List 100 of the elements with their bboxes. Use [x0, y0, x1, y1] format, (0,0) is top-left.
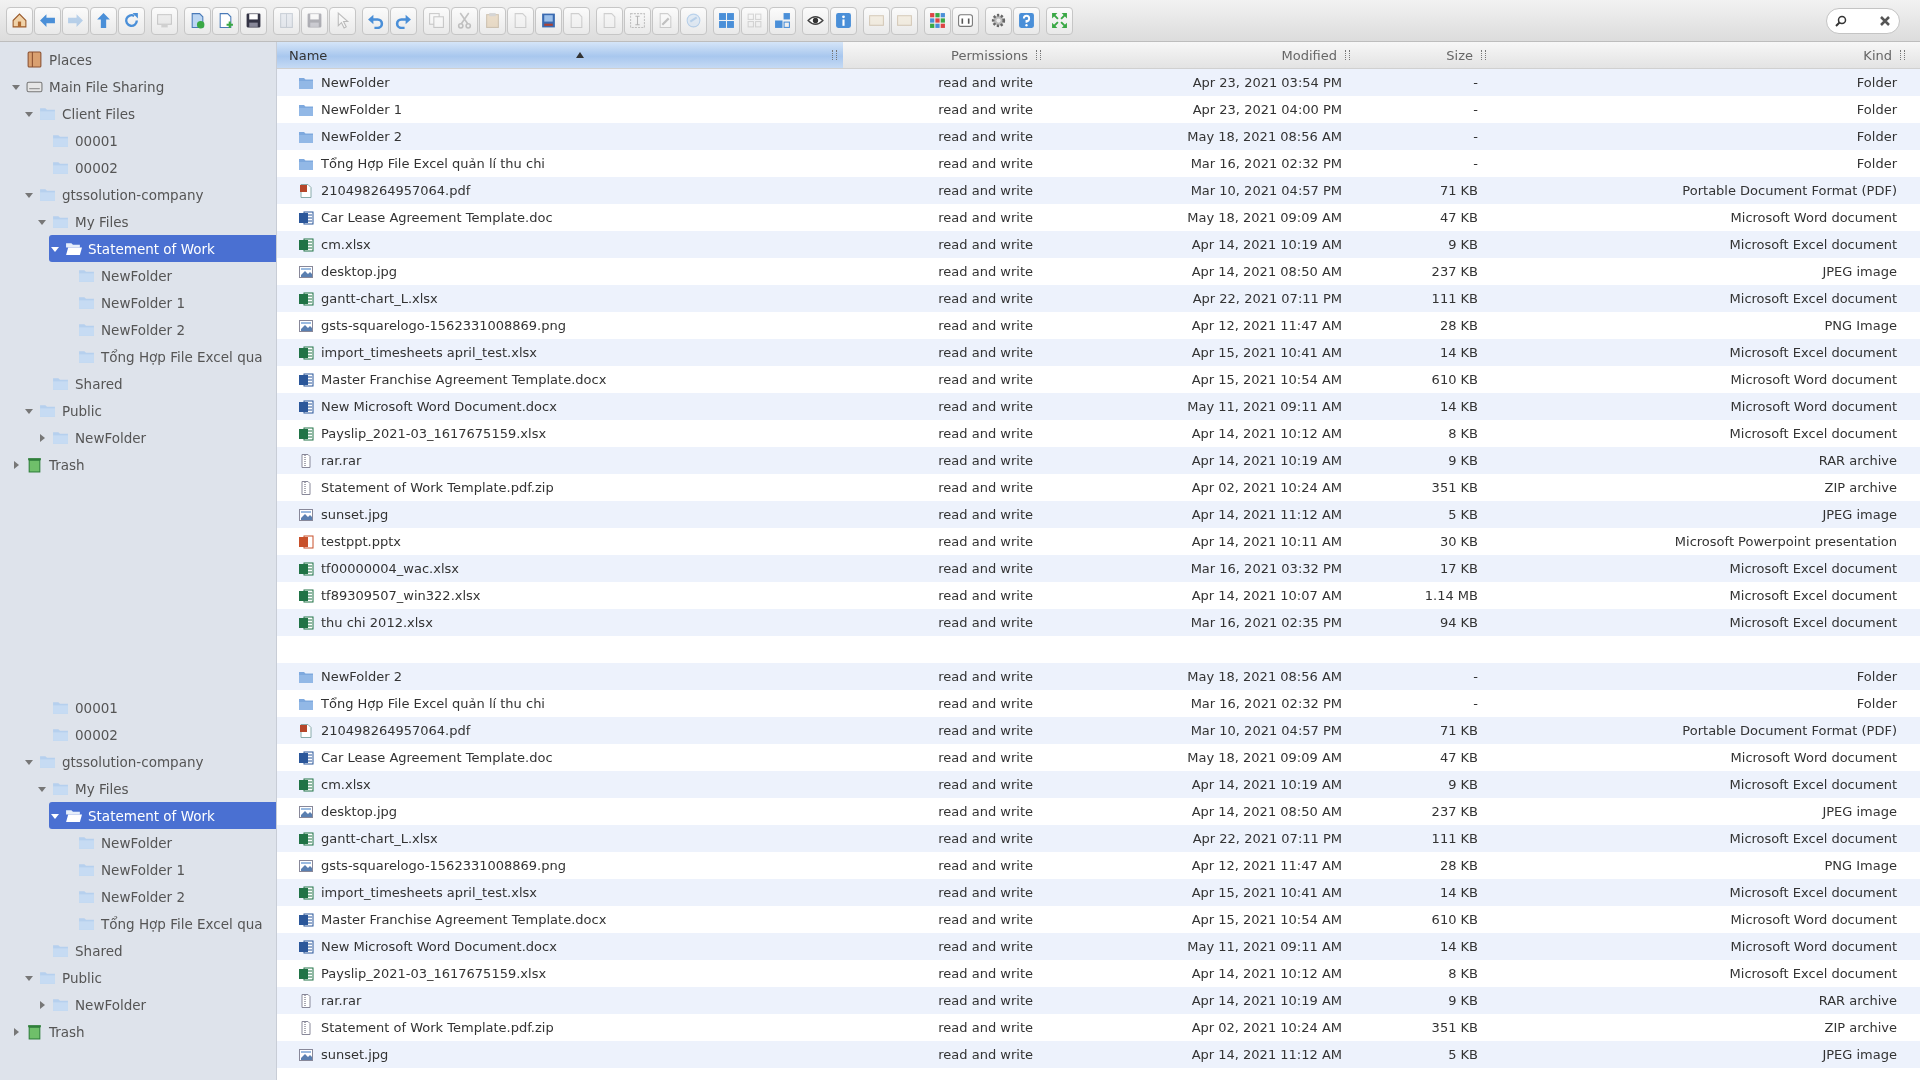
column-header[interactable]: Name	[277, 42, 843, 68]
file-row[interactable]: thu chi 2012.xlsx read and write Mar 16, 2021 02:35 PM 94 KB Microsoft Excel document	[277, 609, 1920, 636]
file-row[interactable]: cm.xlsx read and write Apr 14, 2021 10:19 AM 9 KB Microsoft Excel document	[277, 771, 1920, 798]
tree-item[interactable]: NewFolder	[62, 262, 276, 289]
resize-handle[interactable]	[832, 50, 837, 60]
kind-cell: Folder	[1856, 102, 1897, 117]
tree-item[interactable]: My Files	[36, 775, 276, 802]
tree-item[interactable]: NewFolder	[62, 829, 276, 856]
file-row[interactable]: gsts-squarelogo-1562331008869.png read and write Apr 12, 2021 11:47 AM 28 KB PNG Image	[277, 852, 1920, 879]
tree-item[interactable]: NewFolder	[36, 991, 276, 1018]
tree-item[interactable]: 00001	[36, 694, 276, 721]
resize-handle[interactable]	[1036, 50, 1041, 60]
icon-grid-button[interactable]	[713, 6, 740, 35]
tree-item[interactable]: Shared	[36, 937, 276, 964]
redo-button[interactable]	[390, 6, 417, 35]
tree-item[interactable]: NewFolder 2	[62, 316, 276, 343]
tree-item[interactable]: NewFolder 1	[62, 856, 276, 883]
up-arrow-button[interactable]	[90, 6, 117, 35]
file-row[interactable]: sunset.jpg read and write Apr 14, 2021 11:12 AM 5 KB JPEG image	[277, 1041, 1920, 1068]
file-row[interactable]: cm.xlsx read and write Apr 14, 2021 10:19 AM 9 KB Microsoft Excel document	[277, 231, 1920, 258]
file-row[interactable]: gsts-squarelogo-1562331008869.png read and write Apr 12, 2021 11:47 AM 28 KB PNG Image	[277, 312, 1920, 339]
home-button[interactable]	[6, 6, 33, 35]
resize-handle[interactable]	[1481, 50, 1486, 60]
tree-item[interactable]: Public	[23, 397, 276, 424]
file-row[interactable]: tf89309507_win322.xlsx read and write Apr 14, 2021 10:07 AM 1.14 MB Microsoft Excel document	[277, 582, 1920, 609]
clear-icon[interactable]	[1879, 14, 1891, 27]
file-row[interactable]: 210498264957064.pdf read and write Mar 10, 2021 04:57 PM 71 KB Portable Document Format (PDF)	[277, 717, 1920, 744]
tree-item[interactable]: Trash	[10, 451, 276, 478]
tree-item[interactable]: Client Files	[23, 100, 276, 127]
tree-item[interactable]: gtssolution-company	[23, 748, 276, 775]
tree-item[interactable]: My Files	[36, 208, 276, 235]
file-row[interactable]: Statement of Work Template.pdf.zip read and write Apr 02, 2021 10:24 AM 351 KB ZIP archive	[277, 474, 1920, 501]
file-row[interactable]: New Microsoft Word Document.docx read and write May 11, 2021 09:11 AM 14 KB Microsoft Word document	[277, 933, 1920, 960]
help-button[interactable]	[1013, 6, 1040, 35]
column-header[interactable]: Permissions	[843, 42, 1047, 68]
back-arrow-button[interactable]	[34, 6, 61, 35]
file-row[interactable]: sunset.jpg read and write Apr 14, 2021 11:12 AM 5 KB JPEG image	[277, 501, 1920, 528]
tree-item[interactable]: 00002	[36, 721, 276, 748]
resize-handle[interactable]	[1900, 50, 1905, 60]
file-row[interactable]: gantt-chart_L.xlsx read and write Apr 22, 2021 07:11 PM 111 KB Microsoft Excel document	[277, 285, 1920, 312]
file-row[interactable]: NewFolder 2 read and write May 18, 2021 08:56 AM - Folder	[277, 123, 1920, 150]
tree-item[interactable]: Statement of Work	[49, 235, 276, 262]
expand-arrows-button[interactable]	[1046, 6, 1073, 35]
tree-item[interactable]: Tổng Hợp File Excel qua	[62, 343, 276, 370]
file-row[interactable]: NewFolder read and write Apr 23, 2021 03:54 PM - Folder	[277, 69, 1920, 96]
eye-button[interactable]	[802, 6, 829, 35]
tree-item[interactable]: Tổng Hợp File Excel qua	[62, 910, 276, 937]
file-row[interactable]: rar.rar read and write Apr 14, 2021 10:19 AM 9 KB RAR archive	[277, 987, 1920, 1014]
floppy-disk-button[interactable]	[240, 6, 267, 35]
tree-item[interactable]: NewFolder 1	[62, 289, 276, 316]
file-row[interactable]: Statement of Work Template.pdf.zip read and write Apr 02, 2021 10:24 AM 351 KB ZIP archive	[277, 1014, 1920, 1041]
file-row[interactable]: Master Franchise Agreement Template.docx read and write Apr 15, 2021 10:54 AM 610 KB Microsoft Word document	[277, 906, 1920, 933]
color-grid-button[interactable]	[924, 6, 951, 35]
new-document-button[interactable]	[212, 6, 239, 35]
file-row[interactable]: import_timesheets april_test.xlsx read and write Apr 15, 2021 10:41 AM 14 KB Microsoft Excel document	[277, 339, 1920, 366]
file-row[interactable]: desktop.jpg read and write Apr 14, 2021 08:50 AM 237 KB JPEG image	[277, 258, 1920, 285]
undo-icon	[367, 12, 384, 29]
tiles-button[interactable]	[769, 6, 796, 35]
file-row[interactable]: rar.rar read and write Apr 14, 2021 10:19 AM 9 KB RAR archive	[277, 447, 1920, 474]
file-row[interactable]: Payslip_2021-03_1617675159.xlsx read and write Apr 14, 2021 10:12 AM 8 KB Microsoft Excel document	[277, 960, 1920, 987]
file-row[interactable]: testppt.pptx read and write Apr 14, 2021 10:11 AM 30 KB Microsoft Powerpoint presentation	[277, 528, 1920, 555]
modified-cell: Apr 14, 2021 08:50 AM	[1191, 804, 1342, 819]
tree-item[interactable]: Shared	[36, 370, 276, 397]
tree-item[interactable]: Main File Sharing	[10, 73, 276, 100]
search-field[interactable]	[1826, 7, 1900, 34]
file-row[interactable]: NewFolder 2 read and write May 18, 2021 08:56 AM - Folder	[277, 663, 1920, 690]
file-row[interactable]: Car Lease Agreement Template.doc read and write May 18, 2021 09:09 AM 47 KB Microsoft Word document	[277, 744, 1920, 771]
tree-item[interactable]: NewFolder	[36, 424, 276, 451]
tree-item[interactable]: NewFolder 2	[62, 883, 276, 910]
tree-item[interactable]: Statement of Work	[49, 802, 276, 829]
file-row[interactable]: Payslip_2021-03_1617675159.xlsx read and write Apr 14, 2021 10:12 AM 8 KB Microsoft Excel document	[277, 420, 1920, 447]
tree-item[interactable]: 00002	[36, 154, 276, 181]
undo-button[interactable]	[362, 6, 389, 35]
file-row[interactable]: tf00000004_wac.xlsx read and write Mar 16, 2021 03:32 PM 17 KB Microsoft Excel document	[277, 555, 1920, 582]
size-cell: -	[1473, 129, 1478, 144]
resize-handle[interactable]	[1345, 50, 1350, 60]
file-row[interactable]: Master Franchise Agreement Template.docx read and write Apr 15, 2021 10:54 AM 610 KB Microsoft Word document	[277, 366, 1920, 393]
file-row[interactable]: 210498264957064.pdf read and write Mar 10, 2021 04:57 PM 71 KB Portable Document Format (PDF)	[277, 177, 1920, 204]
tree-item[interactable]: Trash	[10, 1018, 276, 1045]
file-row[interactable]: import_timesheets april_test.xlsx read and write Apr 15, 2021 10:41 AM 14 KB Microsoft Excel document	[277, 879, 1920, 906]
column-header[interactable]: Size	[1356, 42, 1492, 68]
gear-button[interactable]	[985, 6, 1012, 35]
file-row[interactable]: Tổng Hợp File Excel quản lí thu chi read and write Mar 16, 2021 02:32 PM - Folder	[277, 690, 1920, 717]
column-header[interactable]: Kind	[1492, 42, 1911, 68]
archive-box-button[interactable]	[535, 6, 562, 35]
file-row[interactable]: New Microsoft Word Document.docx read and write May 11, 2021 09:11 AM 14 KB Microsoft Word document	[277, 393, 1920, 420]
kind-cell: Microsoft Excel document	[1729, 588, 1897, 603]
tree-item[interactable]: gtssolution-company	[23, 181, 276, 208]
tree-item[interactable]: Public	[23, 964, 276, 991]
file-row[interactable]: Car Lease Agreement Template.doc read and write May 18, 2021 09:09 AM 47 KB Microsoft Word document	[277, 204, 1920, 231]
tree-item[interactable]: Places	[10, 46, 276, 73]
file-name: Car Lease Agreement Template.doc	[321, 210, 553, 225]
document-download-button[interactable]	[184, 6, 211, 35]
tree-item[interactable]: 00001	[36, 127, 276, 154]
file-row[interactable]: NewFolder 1 read and write Apr 23, 2021 04:00 PM - Folder	[277, 96, 1920, 123]
column-header[interactable]: Modified	[1047, 42, 1356, 68]
file-row[interactable]: gantt-chart_L.xlsx read and write Apr 22, 2021 07:11 PM 111 KB Microsoft Excel document	[277, 825, 1920, 852]
file-row[interactable]: desktop.jpg read and write Apr 14, 2021 08:50 AM 237 KB JPEG image	[277, 798, 1920, 825]
reload-button[interactable]	[118, 6, 145, 35]
file-row[interactable]: Tổng Hợp File Excel quản lí thu chi read and write Mar 16, 2021 02:32 PM - Folder	[277, 150, 1920, 177]
